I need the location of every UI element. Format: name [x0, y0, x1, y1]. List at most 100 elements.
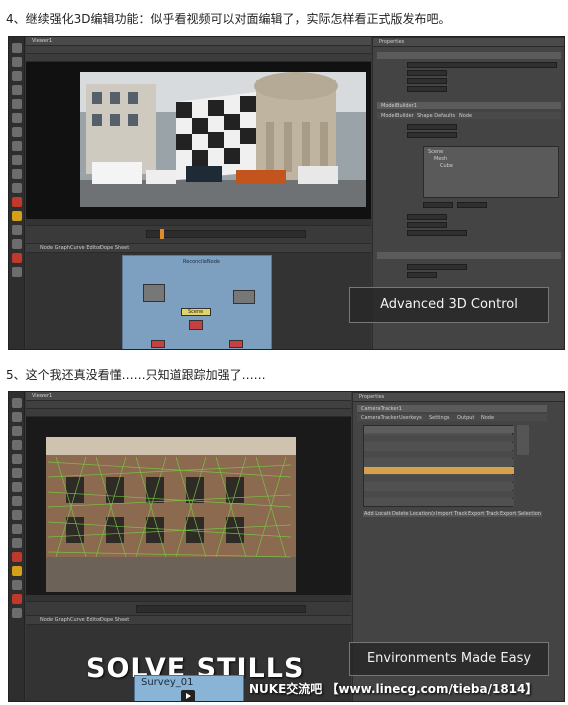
viewer-controls[interactable]: [26, 409, 351, 417]
viewer-controls[interactable]: [26, 46, 371, 54]
node-header[interactable]: [377, 52, 561, 59]
timeline[interactable]: [26, 226, 371, 244]
prop-field[interactable]: [423, 202, 453, 208]
node-graph-area[interactable]: ReconcileNode Scene: [26, 253, 371, 349]
viewer-canvas[interactable]: [26, 417, 351, 595]
toolbar-icon[interactable]: [12, 426, 22, 436]
toolbar-icon[interactable]: [12, 239, 22, 249]
table-row[interactable]: [364, 459, 514, 466]
node-header[interactable]: CameraTracker1: [357, 405, 547, 412]
table-row[interactable]: [364, 443, 514, 450]
toolbar-icon[interactable]: [12, 253, 22, 263]
table-row[interactable]: [364, 483, 514, 490]
toolbar-icon[interactable]: [12, 482, 22, 492]
play-button[interactable]: [181, 690, 195, 701]
prop-field[interactable]: [407, 264, 467, 270]
tab-settings[interactable]: Settings: [429, 415, 450, 421]
toolbar-icon[interactable]: [12, 267, 22, 277]
tab-node[interactable]: Node: [481, 415, 494, 421]
tab-cameratracker[interactable]: CameraTracker: [361, 415, 399, 421]
toolbar-icon[interactable]: [12, 440, 22, 450]
toolbar-icon[interactable]: [12, 580, 22, 590]
tab-curve-editor[interactable]: Curve Editor: [70, 245, 101, 251]
node-header[interactable]: ModelBuilder1: [377, 102, 561, 109]
table-row[interactable]: [364, 451, 514, 458]
tab-node-graph[interactable]: Node Graph: [40, 617, 70, 623]
toolbar-icon[interactable]: [12, 398, 22, 408]
node-thumbnail[interactable]: [233, 290, 255, 304]
node-header[interactable]: [377, 252, 561, 259]
viewer-tab[interactable]: Viewer1: [32, 393, 52, 399]
delete-locations-button[interactable]: Delete Location(s): [391, 511, 439, 517]
video-thumbnail[interactable]: Survey_01: [134, 675, 244, 701]
tab-node[interactable]: Node: [459, 113, 472, 119]
toolbar-icon[interactable]: [12, 211, 22, 221]
tab-curve-editor[interactable]: Curve Editor: [70, 617, 101, 623]
toolbar-icon[interactable]: [12, 43, 22, 53]
scene-list[interactable]: Scene Mesh Cube: [423, 146, 559, 198]
toolbar-icon[interactable]: [12, 113, 22, 123]
viewer-controls[interactable]: [26, 401, 351, 409]
prop-field[interactable]: [407, 214, 447, 220]
viewer-tab[interactable]: Viewer1: [32, 38, 52, 44]
tab-userkeys[interactable]: Userkeys: [399, 415, 422, 421]
tab-dope-sheet[interactable]: Dope Sheet: [100, 617, 129, 623]
table-row[interactable]: [364, 491, 514, 498]
export-selection-button[interactable]: Export Selection: [499, 511, 542, 517]
import-tracks-button[interactable]: Import Tracks: [435, 511, 471, 517]
toolbar-icon[interactable]: [12, 71, 22, 81]
node-backdrop[interactable]: ReconcileNode Scene: [122, 255, 272, 349]
scene-item[interactable]: Scene: [428, 149, 443, 155]
toolbar-icon[interactable]: [12, 566, 22, 576]
toolbar-icon[interactable]: [12, 538, 22, 548]
toolbar-icon[interactable]: [12, 85, 22, 95]
viewer-controls[interactable]: [26, 54, 371, 62]
timeline[interactable]: [26, 602, 351, 616]
scene-item[interactable]: Mesh: [434, 156, 447, 162]
timeline-playhead[interactable]: [160, 229, 164, 239]
prop-field[interactable]: [407, 230, 467, 236]
viewer-canvas[interactable]: [26, 62, 371, 219]
table-row[interactable]: [364, 475, 514, 482]
prop-field[interactable]: [407, 132, 457, 138]
scene-item[interactable]: Cube: [440, 163, 453, 169]
node-box[interactable]: [151, 340, 165, 348]
toolbar-icon[interactable]: [12, 510, 22, 520]
table-side-controls[interactable]: [517, 425, 529, 455]
node-thumbnail[interactable]: [143, 284, 165, 302]
locations-table[interactable]: [363, 425, 514, 507]
toolbar-icon[interactable]: [12, 197, 22, 207]
toolbar-icon[interactable]: [12, 524, 22, 534]
prop-field[interactable]: [407, 78, 447, 84]
tab-node-graph[interactable]: Node Graph: [40, 245, 70, 251]
toolbar-icon[interactable]: [12, 141, 22, 151]
prop-field[interactable]: [407, 222, 447, 228]
prop-field[interactable]: [407, 272, 437, 278]
properties-tab[interactable]: Properties: [359, 394, 384, 400]
toolbar-icon[interactable]: [12, 183, 22, 193]
properties-tab[interactable]: Properties: [379, 39, 404, 45]
toolbar-icon[interactable]: [12, 454, 22, 464]
node-box[interactable]: [229, 340, 243, 348]
export-tracks-button[interactable]: Export Tracks: [467, 511, 503, 517]
toolbar-icon[interactable]: [12, 225, 22, 235]
node-box[interactable]: Scene: [181, 308, 211, 316]
toolbar-icon[interactable]: [12, 412, 22, 422]
tab-dope-sheet[interactable]: Dope Sheet: [100, 245, 129, 251]
toolbar-icon[interactable]: [12, 155, 22, 165]
tab-modelbuilder[interactable]: ModelBuilder: [381, 113, 414, 119]
tab-shape-defaults[interactable]: Shape Defaults: [417, 113, 455, 119]
toolbar-icon[interactable]: [12, 127, 22, 137]
table-row[interactable]: [364, 435, 514, 442]
toolbar-icon[interactable]: [12, 57, 22, 67]
toolbar-icon[interactable]: [12, 99, 22, 109]
prop-field[interactable]: [457, 202, 487, 208]
prop-field[interactable]: [407, 86, 447, 92]
prop-field[interactable]: [407, 62, 557, 68]
toolbar-icon[interactable]: [12, 608, 22, 618]
table-row-selected[interactable]: [364, 467, 514, 474]
toolbar-icon[interactable]: [12, 496, 22, 506]
prop-field[interactable]: [407, 124, 457, 130]
toolbar-icon[interactable]: [12, 468, 22, 478]
toolbar-icon[interactable]: [12, 169, 22, 179]
